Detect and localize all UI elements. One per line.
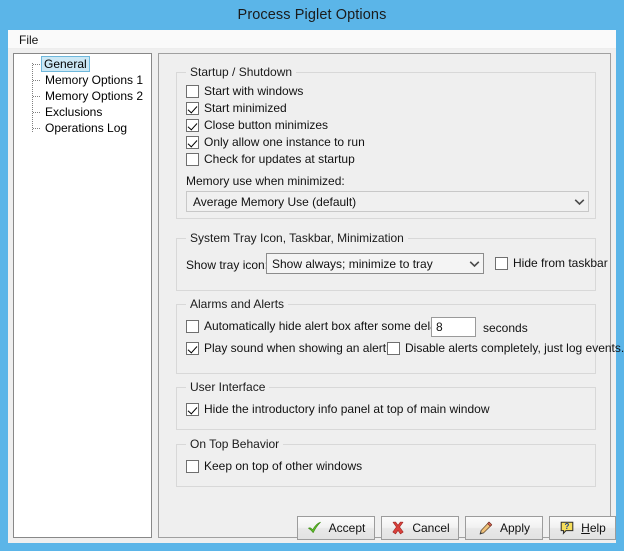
help-accel-letter: H — [581, 521, 590, 535]
checkbox-play-sound[interactable]: Play sound when showing an alert — [186, 342, 386, 355]
checkbox-label: Start with windows — [204, 84, 304, 98]
checkbox-label: Keep on top of other windows — [204, 459, 363, 473]
accept-button[interactable]: Accept — [297, 516, 375, 540]
help-button[interactable]: ? Help — [549, 516, 616, 540]
settings-tree: General Memory Options 1 Memory Options … — [14, 54, 151, 136]
menu-bar: File — [8, 30, 616, 49]
sidebar-item-label: Memory Options 2 — [45, 89, 144, 103]
checkbox-label: Hide the introductory info panel at top … — [204, 402, 490, 416]
checkbox-start-minimized[interactable]: Start minimized — [186, 102, 287, 115]
show-tray-icon-label: Show tray icon: — [186, 258, 269, 272]
memory-use-select[interactable]: Average Memory Use (default) — [186, 191, 589, 212]
checkbox-box — [387, 342, 400, 355]
sidebar-item-label: Operations Log — [45, 121, 128, 135]
tree-elbow-icon — [33, 64, 40, 66]
sidebar-item-exclusions[interactable]: Exclusions — [14, 104, 151, 120]
checkbox-close-button-minimizes[interactable]: Close button minimizes — [186, 119, 328, 132]
svg-text:?: ? — [565, 522, 570, 531]
group-user-interface: User Interface Hide the introductory inf… — [176, 380, 596, 430]
checkbox-label: Disable alerts completely, just log even… — [405, 341, 624, 355]
group-system-tray: System Tray Icon, Taskbar, Minimization … — [176, 231, 608, 291]
checkbox-label: Check for updates at startup — [204, 152, 355, 166]
checkbox-auto-hide-alert[interactable]: Automatically hide alert box after some … — [186, 320, 446, 333]
alert-delay-value: 8 — [436, 320, 443, 334]
group-title-startup: Startup / Shutdown — [186, 65, 297, 79]
checkbox-label: Hide from taskbar — [513, 256, 608, 270]
group-title-ui: User Interface — [186, 380, 270, 394]
group-startup-shutdown: Startup / Shutdown Start with windows St… — [176, 65, 596, 219]
cancel-button[interactable]: Cancel — [381, 516, 459, 540]
checkbox-hide-intro-panel[interactable]: Hide the introductory info panel at top … — [186, 403, 490, 416]
checkbox-box — [186, 85, 199, 98]
chevron-down-icon — [570, 198, 588, 206]
accept-button-label: Accept — [328, 521, 366, 535]
apply-button[interactable]: Apply — [465, 516, 543, 540]
checkbox-label: Automatically hide alert box after some … — [204, 319, 447, 333]
show-tray-icon-value: Show always; minimize to tray — [272, 256, 433, 271]
show-tray-icon-select[interactable]: Show always; minimize to tray — [266, 253, 484, 274]
cancel-button-label: Cancel — [412, 521, 450, 535]
checkbox-box — [186, 136, 199, 149]
group-title-tray: System Tray Icon, Taskbar, Minimization — [186, 231, 408, 245]
red-x-icon — [390, 520, 406, 536]
options-window: Process Piglet Options File General Memo… — [0, 0, 624, 551]
sidebar-item-memory-options-2[interactable]: Memory Options 2 — [14, 88, 151, 104]
green-check-icon — [307, 520, 323, 536]
checkbox-box — [186, 153, 199, 166]
checkbox-box — [186, 403, 199, 416]
group-title-ontop: On Top Behavior — [186, 437, 284, 451]
pencil-icon — [478, 520, 494, 536]
checkbox-keep-on-top[interactable]: Keep on top of other windows — [186, 460, 362, 473]
apply-button-label: Apply — [499, 521, 531, 535]
group-title-alarms: Alarms and Alerts — [186, 297, 289, 311]
alert-delay-input[interactable]: 8 — [431, 317, 476, 337]
sidebar-item-label: Exclusions — [45, 105, 103, 119]
sidebar-item-general[interactable]: General — [14, 56, 151, 72]
window-title: Process Piglet Options — [237, 7, 387, 23]
tree-elbow-icon — [33, 112, 40, 114]
tree-elbow-icon — [33, 128, 40, 130]
chevron-down-icon — [465, 260, 483, 268]
help-label-rest: elp — [589, 521, 606, 535]
sidebar-item-memory-options-1[interactable]: Memory Options 1 — [14, 72, 151, 88]
sidebar-item-operations-log[interactable]: Operations Log — [14, 120, 151, 136]
checkbox-label: Only allow one instance to run — [204, 135, 365, 149]
checkbox-label: Start minimized — [204, 101, 287, 115]
checkbox-box — [186, 320, 199, 333]
checkbox-box — [186, 102, 199, 115]
settings-content-panel: Startup / Shutdown Start with windows St… — [158, 53, 624, 538]
checkbox-box — [186, 342, 199, 355]
group-alarms-alerts: Alarms and Alerts Automatically hide ale… — [176, 297, 624, 374]
tree-elbow-icon — [33, 80, 40, 82]
tree-elbow-icon — [33, 96, 40, 98]
group-on-top-behavior: On Top Behavior Keep on top of other win… — [176, 437, 596, 487]
title-bar: Process Piglet Options — [0, 0, 624, 30]
checkbox-box — [186, 460, 199, 473]
sidebar-item-label: Memory Options 1 — [45, 73, 144, 87]
menu-file[interactable]: File — [14, 32, 43, 48]
help-button-label: Help — [581, 521, 606, 535]
memory-use-label: Memory use when minimized: — [186, 174, 345, 188]
checkbox-box — [495, 257, 508, 270]
checkbox-disable-alerts[interactable]: Disable alerts completely, just log even… — [387, 342, 624, 355]
checkbox-label: Play sound when showing an alert — [204, 341, 387, 355]
help-balloon-icon: ? — [559, 520, 575, 536]
checkbox-start-with-windows[interactable]: Start with windows — [186, 85, 303, 98]
checkbox-box — [186, 119, 199, 132]
sidebar-item-label: General — [41, 56, 90, 72]
checkbox-check-for-updates[interactable]: Check for updates at startup — [186, 153, 355, 166]
settings-tree-panel: General Memory Options 1 Memory Options … — [13, 53, 152, 538]
memory-use-value: Average Memory Use (default) — [193, 194, 357, 209]
seconds-label: seconds — [483, 321, 528, 335]
checkbox-only-allow-one-instance[interactable]: Only allow one instance to run — [186, 136, 365, 149]
checkbox-label: Close button minimizes — [204, 118, 329, 132]
checkbox-hide-from-taskbar[interactable]: Hide from taskbar — [495, 257, 608, 270]
client-area: File General Memory Options 1 Memory Opt… — [8, 30, 624, 543]
